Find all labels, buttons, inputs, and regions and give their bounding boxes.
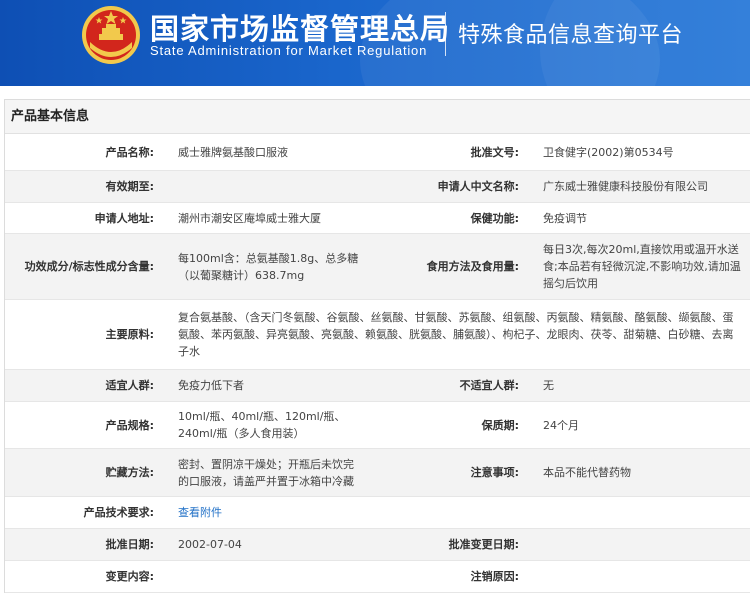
site-header: 国家市场监督管理总局 State Administration for Mark… — [0, 0, 750, 86]
approval-date-value: 2002-07-04 — [178, 538, 242, 551]
ingredients-content-label: 功效成分/标志性成分含量: — [24, 260, 154, 273]
header-divider — [445, 12, 446, 56]
view-attachment-link[interactable]: 查看附件 — [178, 504, 222, 521]
table-row: 功效成分/标志性成分含量: 每100ml含：总氨基酸1.8g、总多糖（以葡聚糖计… — [5, 234, 750, 300]
change-content-label: 变更内容: — [105, 570, 154, 583]
org-name-cn: 国家市场监督管理总局 — [150, 12, 451, 46]
shelf-life-value: 24个月 — [543, 418, 579, 432]
national-emblem-icon — [82, 6, 140, 64]
table-row: 有效期至: 申请人中文名称: 广东威士雅健康科技股份有限公司 — [5, 171, 750, 203]
storage-label: 贮藏方法: — [105, 466, 154, 479]
ingredients-content-value: 每100ml含：总氨基酸1.8g、总多糖（以葡聚糖计）638.7mg — [178, 251, 359, 282]
storage-value: 密封、置阴凉干燥处；开瓶后未饮完的口服液，请盖严并置于冰箱中冷藏 — [178, 457, 354, 488]
platform-name: 特殊食品信息查询平台 — [458, 23, 684, 48]
applicant-address-label: 申请人地址: — [94, 211, 154, 225]
valid-until-value — [170, 171, 370, 202]
table-row: 产品名称: 威士雅牌氨基酸口服液 批准文号: 卫食健字(2002)第0534号 — [5, 134, 750, 171]
cancel-reason-label: 注销原因: — [470, 570, 519, 583]
applicant-cn-value: 广东威士雅健康科技股份有限公司 — [543, 180, 708, 193]
approval-date-label: 批准日期: — [105, 538, 154, 551]
table-row: 贮藏方法: 密封、置阴凉干燥处；开瓶后未饮完的口服液，请盖严并置于冰箱中冷藏 注… — [5, 449, 750, 497]
main-materials-value: 复合氨基酸、（含天门冬氨酸、谷氨酸、丝氨酸、甘氨酸、苏氨酸、组氨酸、丙氨酸、精氨… — [178, 311, 734, 358]
org-name-en: State Administration for Market Regulati… — [150, 43, 428, 58]
suitable-people-label: 适宜人群: — [105, 379, 154, 392]
table-row: 主要原料: 复合氨基酸、（含天门冬氨酸、谷氨酸、丝氨酸、甘氨酸、苏氨酸、组氨酸、… — [5, 300, 750, 370]
product-name-label: 产品名称: — [105, 145, 154, 159]
spec-value: 10ml/瓶、40ml/瓶、120ml/瓶、240ml/瓶（多人食用装） — [178, 410, 346, 440]
product-name-value: 威士雅牌氨基酸口服液 — [178, 145, 288, 159]
health-function-label: 保健功能: — [470, 211, 519, 225]
change-content-value — [170, 561, 370, 592]
approval-change-date-label: 批准变更日期: — [448, 538, 519, 551]
main-materials-label: 主要原料: — [105, 328, 154, 341]
panel-title: 产品基本信息 — [5, 100, 750, 134]
table-row: 产品技术要求: 查看附件 — [5, 497, 750, 529]
suitable-people-value: 免疫力低下者 — [178, 379, 244, 392]
health-function-value: 免疫调节 — [543, 211, 587, 225]
approval-no-value: 卫食健字(2002)第0534号 — [543, 145, 674, 159]
unsuitable-people-value: 无 — [543, 379, 554, 392]
table-row: 适宜人群: 免疫力低下者 不适宜人群: 无 — [5, 370, 750, 402]
table-row: 变更内容: 注销原因: — [5, 561, 750, 593]
shelf-life-label: 保质期: — [481, 418, 519, 432]
approval-no-label: 批准文号: — [470, 145, 519, 159]
cancel-reason-value — [535, 561, 750, 592]
unsuitable-people-label: 不适宜人群: — [459, 379, 519, 392]
table-row: 批准日期: 2002-07-04 批准变更日期: — [5, 529, 750, 561]
table-row: 申请人地址: 潮州市潮安区庵埠威士雅大厦 保健功能: 免疫调节 — [5, 203, 750, 234]
notes-value: 本品不能代替药物 — [543, 466, 631, 479]
notes-label: 注意事项: — [470, 466, 519, 479]
usage-label: 食用方法及食用量: — [426, 260, 519, 273]
tech-requirements-label: 产品技术要求: — [83, 506, 154, 519]
product-info-panel: 产品基本信息 产品名称: 威士雅牌氨基酸口服液 批准文号: 卫食健字(2002)… — [4, 99, 750, 593]
product-info-table: 产品名称: 威士雅牌氨基酸口服液 批准文号: 卫食健字(2002)第0534号 … — [5, 134, 750, 593]
spec-label: 产品规格: — [105, 418, 154, 432]
approval-change-date-value — [535, 529, 750, 560]
applicant-cn-label: 申请人中文名称: — [437, 180, 519, 193]
applicant-address-value: 潮州市潮安区庵埠威士雅大厦 — [178, 211, 321, 225]
valid-until-label: 有效期至: — [105, 180, 154, 193]
table-row: 产品规格: 10ml/瓶、40ml/瓶、120ml/瓶、240ml/瓶（多人食用… — [5, 402, 750, 449]
usage-value: 每日3次,每次20ml,直接饮用或温开水送食;本品若有轻微沉淀,不影响功效,请加… — [543, 243, 741, 290]
